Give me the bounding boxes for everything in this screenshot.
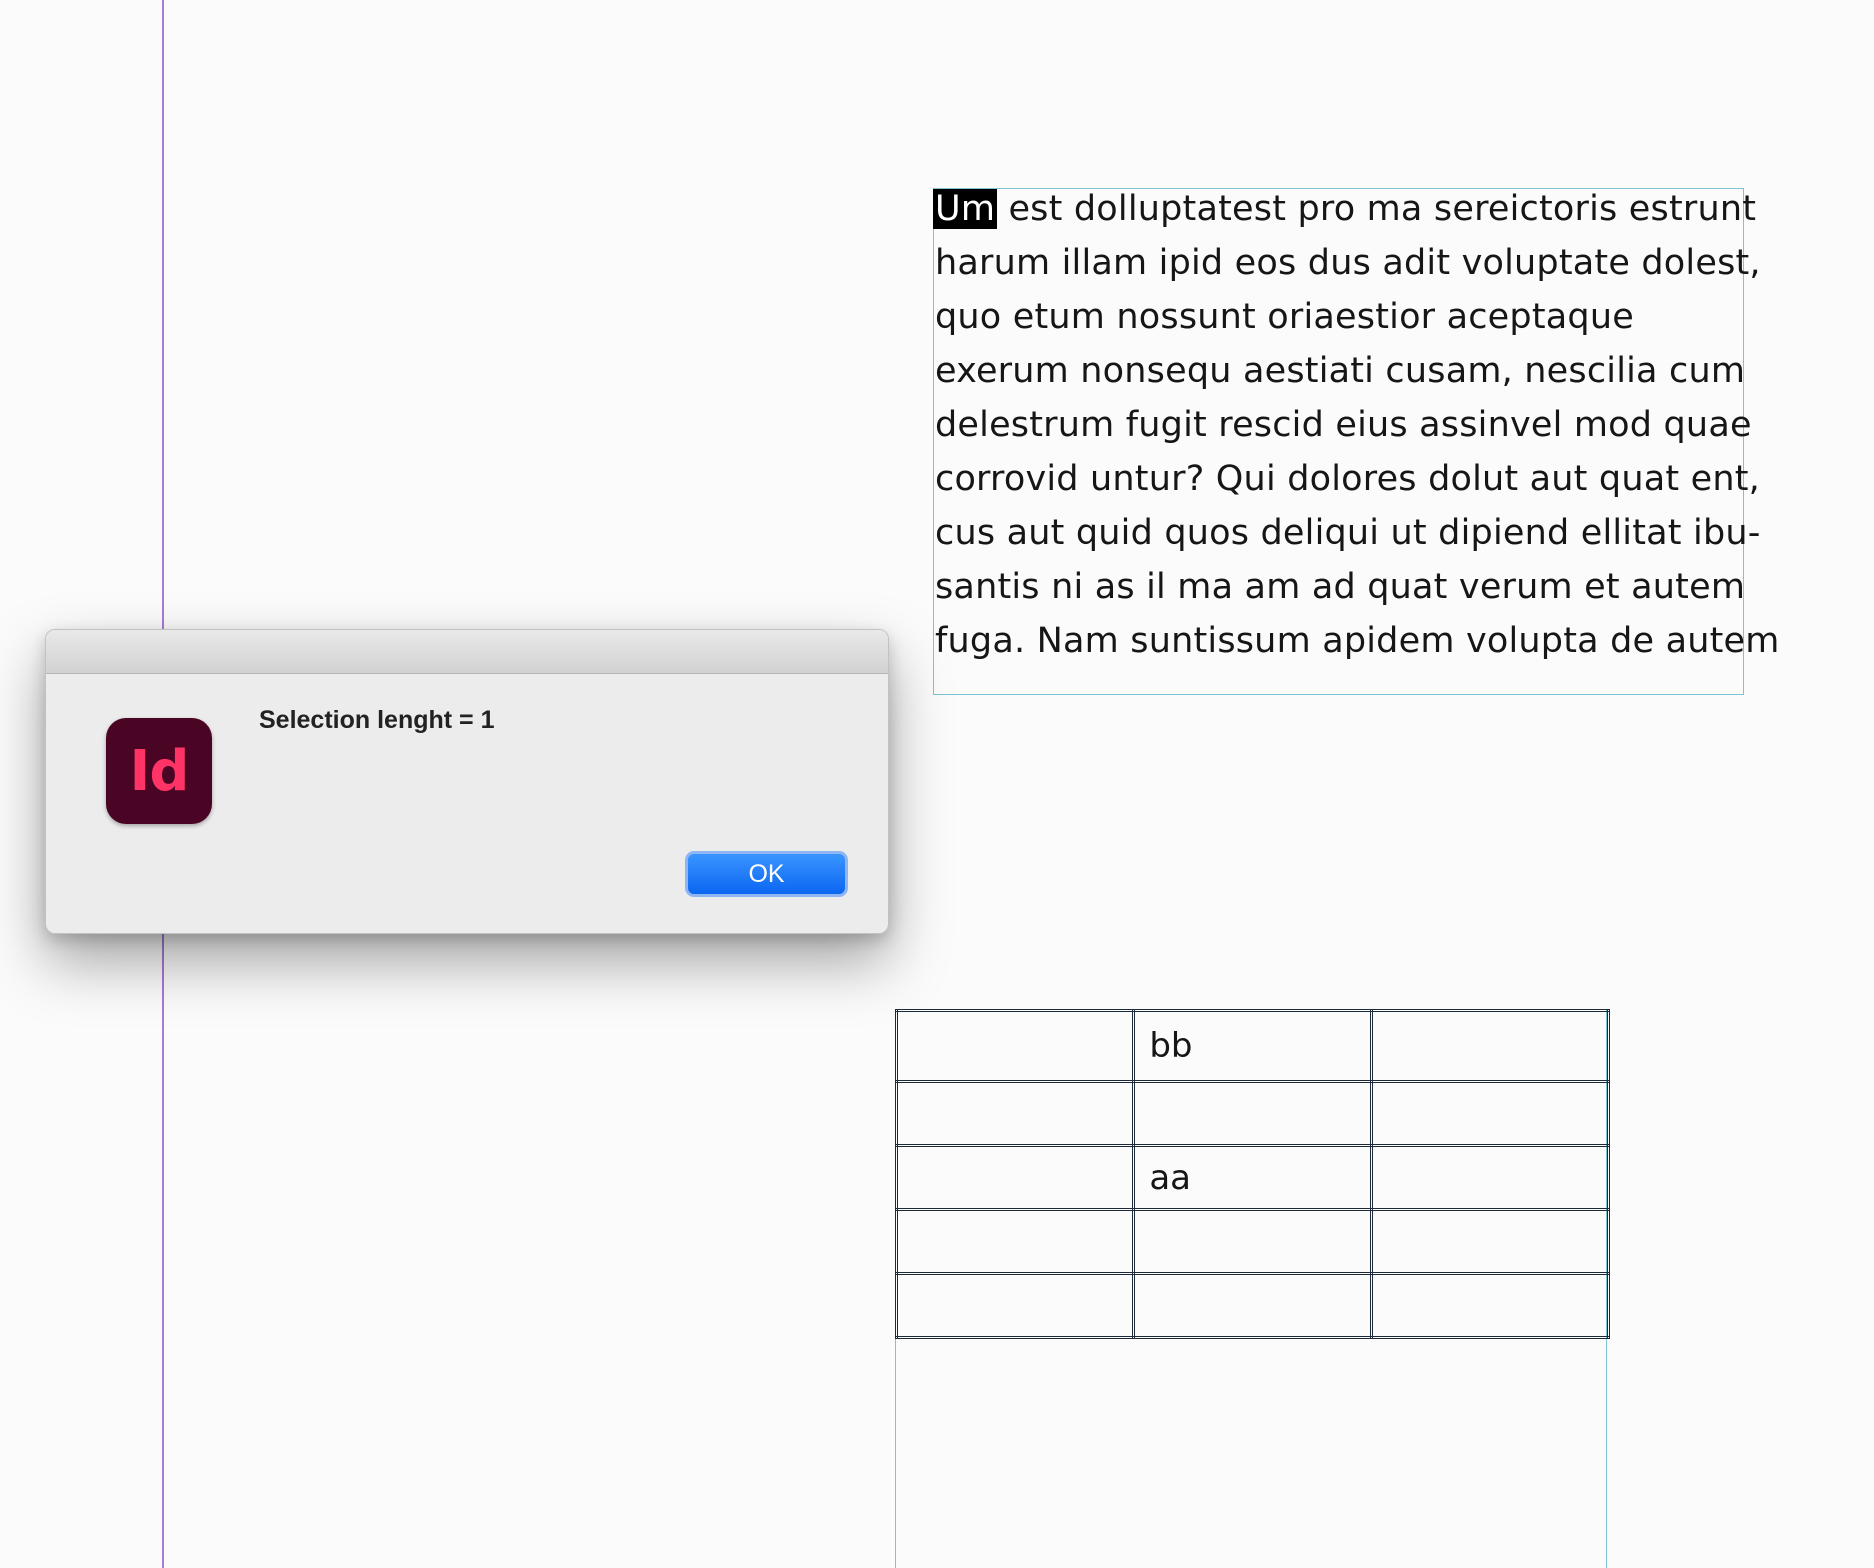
table-row: bb [894, 1009, 1611, 1083]
text-selection[interactable]: Um [933, 189, 998, 229]
body-line: harum illam ipid eos dus adit voluptate … [935, 243, 1761, 283]
dialog-message: Selection lenght = 1 [259, 706, 495, 734]
table-cell[interactable] [894, 1009, 1136, 1083]
table-cell[interactable] [894, 1144, 1136, 1211]
alert-dialog: Id Selection lenght = 1 OK [45, 629, 889, 934]
table-cell[interactable] [1132, 1208, 1373, 1275]
body-line: cus aut quid quos deliqui ut dipiend ell… [935, 513, 1761, 553]
table-row: aa [894, 1144, 1611, 1211]
table-cell[interactable] [894, 1208, 1136, 1275]
body-line: santis ni as il ma am ad quat verum et a… [935, 567, 1746, 607]
table-cell[interactable] [1132, 1080, 1373, 1147]
table-row [894, 1272, 1611, 1339]
body-line: Um est dolluptatest pro ma sereictoris e… [933, 182, 1757, 236]
first-line-rest: est dolluptatest pro ma sereictoris estr… [997, 189, 1757, 229]
table-cell[interactable] [1369, 1272, 1611, 1339]
table-row [894, 1208, 1611, 1275]
body-line: corrovid untur? Qui dolores dolut aut qu… [935, 459, 1760, 499]
body-text[interactable]: Um est dolluptatest pro ma sereictoris e… [933, 182, 1780, 668]
table-cell[interactable] [894, 1272, 1136, 1339]
table-cell[interactable] [1369, 1144, 1611, 1211]
indesign-app-icon: Id [106, 718, 212, 824]
ok-button[interactable]: OK [685, 851, 848, 897]
document-table[interactable]: bb aa [894, 1009, 1611, 1339]
app-icon-letters: Id [129, 738, 190, 804]
dialog-titlebar[interactable] [46, 630, 888, 674]
body-line: delestrum fugit rescid eius assinvel mod… [935, 405, 1752, 445]
table-cell[interactable] [1369, 1080, 1611, 1147]
table-cell[interactable]: aa [1132, 1144, 1373, 1211]
body-line: fuga. Nam suntissum apidem volupta de au… [935, 621, 1780, 661]
body-line: exerum nonsequ aestiati cusam, nescilia … [935, 351, 1746, 391]
table-cell[interactable] [1132, 1272, 1373, 1339]
table-cell[interactable]: bb [1132, 1009, 1373, 1083]
table-cell[interactable] [1369, 1208, 1611, 1275]
table-row [894, 1080, 1611, 1147]
table-cell[interactable] [894, 1080, 1136, 1147]
table-cell[interactable] [1369, 1009, 1611, 1083]
body-line: quo etum nossunt oriaestior aceptaque [935, 297, 1634, 337]
